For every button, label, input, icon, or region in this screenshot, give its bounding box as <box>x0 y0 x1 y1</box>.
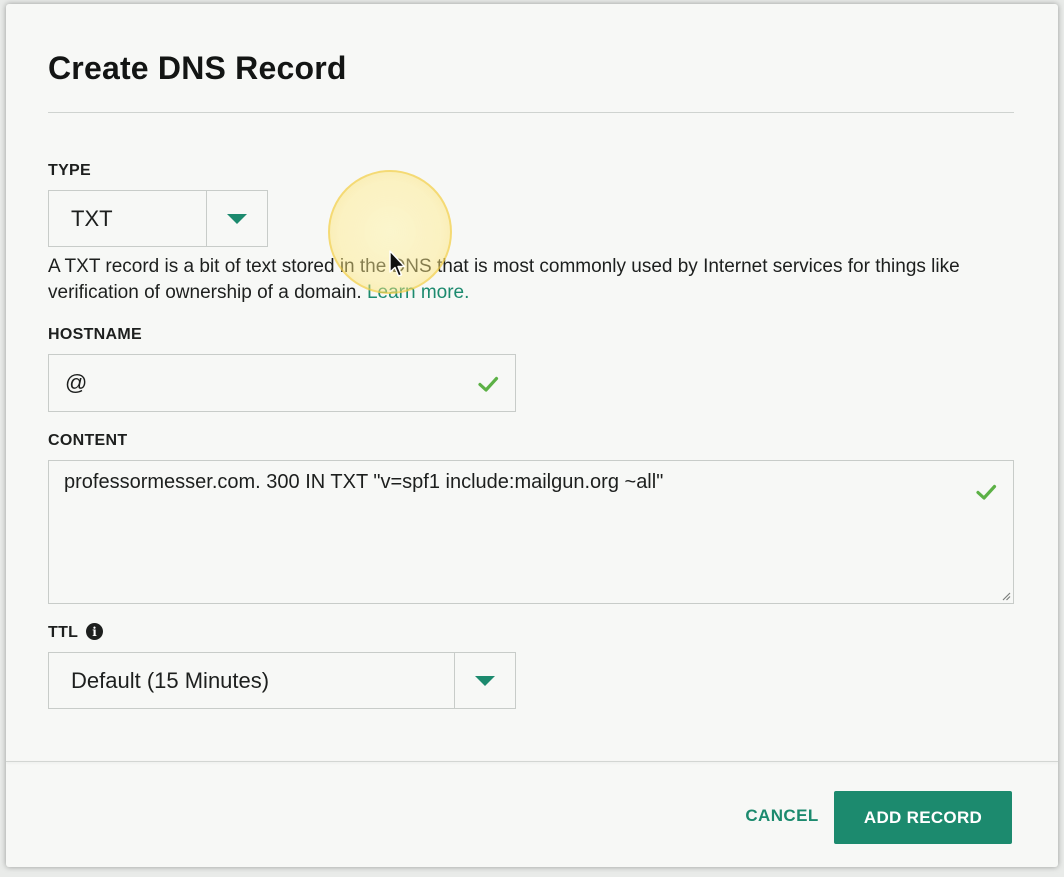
content-valid-check-icon <box>976 484 997 500</box>
caret-down-icon <box>227 213 247 224</box>
hostname-label: HOSTNAME <box>48 326 142 343</box>
dialog-title: Create DNS Record <box>48 50 347 86</box>
ttl-select-value: Default (15 Minutes) <box>71 667 270 693</box>
cancel-button[interactable]: CANCEL <box>734 792 830 840</box>
caret-down-icon <box>475 675 495 686</box>
type-dropdown-toggle[interactable] <box>206 191 267 246</box>
footer-divider <box>6 761 1058 762</box>
content-textarea[interactable]: professormesser.com. 300 IN TXT "v=spf1 … <box>48 460 1014 604</box>
content-label: CONTENT <box>48 432 128 449</box>
ttl-select[interactable]: Default (15 Minutes) <box>48 652 516 709</box>
ttl-dropdown-toggle[interactable] <box>454 653 515 708</box>
add-record-button[interactable]: ADD RECORD <box>834 791 1012 844</box>
ttl-label: TTL <box>48 624 79 641</box>
type-label: TYPE <box>48 162 91 179</box>
hostname-value: @ <box>65 370 88 395</box>
type-help-description: A TXT record is a bit of text stored in … <box>48 256 960 303</box>
learn-more-link[interactable]: Learn more. <box>367 282 469 303</box>
title-divider <box>48 112 1014 113</box>
type-help-text: A TXT record is a bit of text stored in … <box>48 254 1023 306</box>
hostname-valid-check-icon <box>478 376 499 392</box>
resize-handle-icon[interactable] <box>1001 591 1011 601</box>
type-select-value: TXT <box>71 205 113 231</box>
content-value: professormesser.com. 300 IN TXT "v=spf1 … <box>64 471 664 493</box>
hostname-input[interactable]: @ <box>48 354 516 412</box>
info-icon[interactable]: i <box>86 623 103 640</box>
create-dns-record-dialog: Create DNS Record TYPE TXT A TXT record … <box>6 4 1058 867</box>
type-select[interactable]: TXT <box>48 190 268 247</box>
